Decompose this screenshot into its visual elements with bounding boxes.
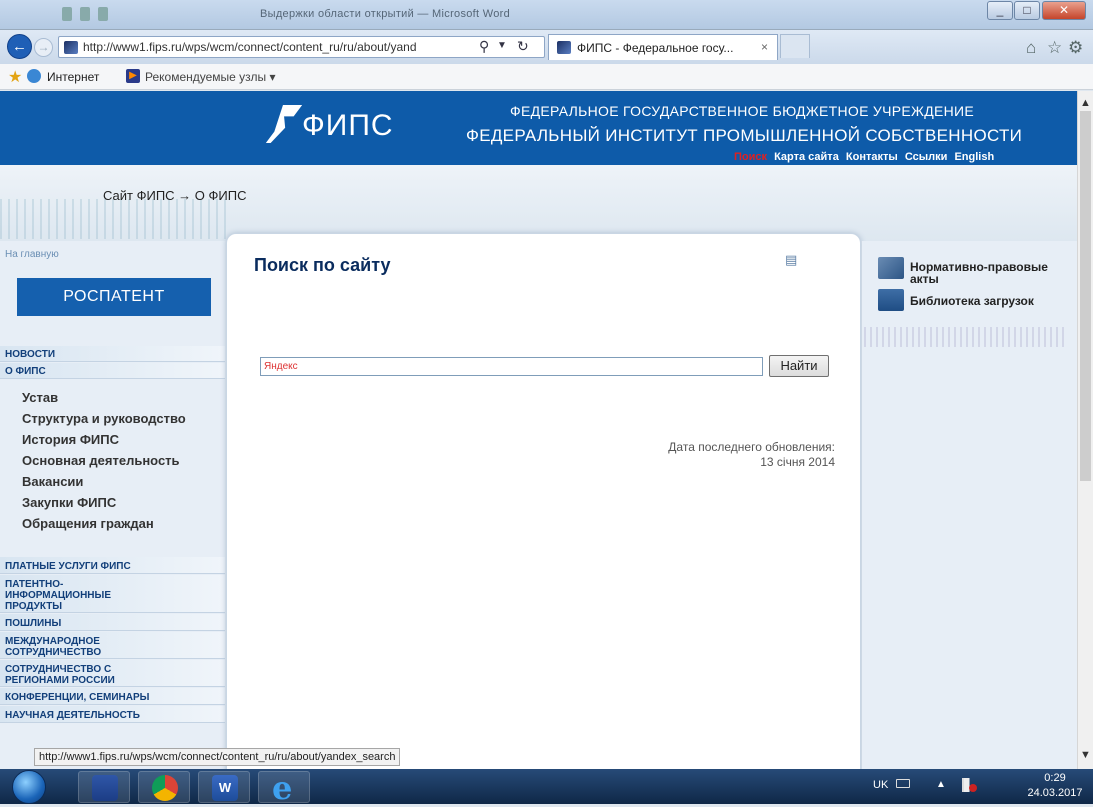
nav-science[interactable]: НАУЧНАЯ ДЕЯТЕЛЬНОСТЬ xyxy=(0,706,225,723)
chrome-icon xyxy=(152,775,178,801)
status-url-tooltip: http://www1.fips.ru/wps/wcm/connect/cont… xyxy=(34,748,401,766)
close-window-button[interactable]: ✕ xyxy=(1042,1,1086,20)
taskbar-word-app[interactable]: W xyxy=(198,771,250,803)
nav-fees[interactable]: ПОШЛИНЫ xyxy=(0,614,225,631)
site-logo-text[interactable]: ФИПС xyxy=(302,109,394,143)
subnav-appeals[interactable]: Обращения граждан xyxy=(22,516,154,531)
maximize-button[interactable]: □ xyxy=(1014,1,1040,20)
taskbar: W e UK ▲ 0:29 24.03.2017 xyxy=(0,769,1093,804)
scrollbar-thumb[interactable] xyxy=(1080,111,1091,481)
tab-close-icon[interactable]: × xyxy=(761,40,768,54)
taskbar-save-app[interactable] xyxy=(78,771,130,803)
subnav-structure[interactable]: Структура и руководство xyxy=(22,411,186,426)
window-title: Выдержки области открытий — Microsoft Wo… xyxy=(260,8,511,20)
english-link[interactable]: English xyxy=(954,151,994,163)
site-header: ФИПС ФЕДЕРАЛЬНОЕ ГОСУДАРСТВЕННОЕ БЮДЖЕТН… xyxy=(0,91,1077,165)
minimize-button[interactable]: _ xyxy=(987,1,1013,20)
taskbar-chrome-app[interactable] xyxy=(138,771,190,803)
forward-button[interactable]: → xyxy=(34,38,53,57)
ie-icon: e xyxy=(272,769,293,807)
nav-international[interactable]: МЕЖДУНАРОДНОЕ СОТРУДНИЧЕСТВО xyxy=(0,632,225,659)
clock-date[interactable]: 24.03.2017 xyxy=(1020,787,1090,799)
start-button[interactable] xyxy=(12,770,46,804)
scroll-down-icon[interactable]: ▼ xyxy=(1080,749,1091,761)
gear-icon[interactable]: ⚙ xyxy=(1068,38,1083,58)
sitemap-link[interactable]: Карта сайта xyxy=(774,151,839,163)
subnav-activity[interactable]: Основная деятельность xyxy=(22,453,180,468)
right-sidebar: Нормативно-правовые акты Библиотека загр… xyxy=(862,241,1077,769)
rospatent-banner[interactable]: РОСПАТЕНТ xyxy=(17,278,211,316)
fips-logo-icon[interactable] xyxy=(266,105,302,143)
breadcrumb[interactable]: Сайт ФИПС → О ФИПС xyxy=(103,188,246,203)
qat-undo-icon[interactable] xyxy=(80,7,90,21)
qat-save-icon[interactable] xyxy=(62,7,72,21)
nav-conferences[interactable]: КОНФЕРЕНЦИИ, СЕМИНАРЫ xyxy=(0,688,225,705)
site-favicon-icon xyxy=(64,41,78,54)
search-icon[interactable]: ⚲ xyxy=(479,38,489,55)
back-button[interactable]: ← xyxy=(7,34,32,59)
web-page: ФИПС ФЕДЕРАЛЬНОЕ ГОСУДАРСТВЕННОЕ БЮДЖЕТН… xyxy=(0,91,1077,769)
favorite-recommended-link[interactable]: Рекомендуемые узлы ▾ xyxy=(145,70,276,84)
window-titlebar: Выдержки области открытий — Microsoft Wo… xyxy=(0,0,1093,30)
browser-navbar: ← → http://www1.fips.ru/wps/wcm/connect/… xyxy=(0,30,1093,64)
nav-patent-products[interactable]: ПАТЕНТНО- ИНФОРМАЦИОННЫЕ ПРОДУКТЫ xyxy=(0,575,225,613)
home-icon[interactable]: ⌂ xyxy=(1026,38,1036,58)
search-link[interactable]: Поиск xyxy=(734,151,767,163)
contacts-link[interactable]: Контакты xyxy=(846,151,898,163)
tab-title: ФИПС - Федеральное госу... xyxy=(577,41,734,55)
address-text[interactable]: http://www1.fips.ru/wps/wcm/connect/cont… xyxy=(83,40,443,54)
left-sidebar: На главную РОСПАТЕНТ НОВОСТИ О ФИПС Уста… xyxy=(0,241,225,769)
chevron-down-icon[interactable]: ▼ xyxy=(497,40,507,51)
favorites-star-icon[interactable]: ☆ xyxy=(1047,38,1062,58)
home-link[interactable]: На главную xyxy=(5,249,59,260)
action-center-flag-icon[interactable] xyxy=(962,778,977,792)
subnav-history[interactable]: История ФИПС xyxy=(22,432,119,447)
print-icon[interactable]: ▤ xyxy=(785,252,797,268)
nav-news[interactable]: НОВОСТИ xyxy=(0,346,225,362)
tray-expand-icon[interactable]: ▲ xyxy=(936,779,946,790)
subnav-purchases[interactable]: Закупки ФИПС xyxy=(22,495,116,510)
nav-paid-services[interactable]: ПЛАТНЫЕ УСЛУГИ ФИПС xyxy=(0,557,225,574)
search-placeholder: Яндекс xyxy=(264,361,298,372)
favorite-internet-link[interactable]: Интернет xyxy=(47,70,99,84)
clock-time[interactable]: 0:29 xyxy=(1030,772,1080,784)
floppy-disk-icon[interactable] xyxy=(878,289,904,311)
recommended-icon: ▶ xyxy=(126,69,140,83)
new-tab-button[interactable] xyxy=(780,34,810,58)
subnav-charter[interactable]: Устав xyxy=(22,390,58,405)
word-icon: W xyxy=(212,775,238,801)
keyboard-icon[interactable] xyxy=(896,779,910,788)
main-content: Поиск по сайту ▤ Яндекс Найти Дата после… xyxy=(226,233,861,769)
nav-regions[interactable]: СОТРУДНИЧЕСТВО С РЕГИОНАМИ РОССИИ xyxy=(0,660,225,687)
header-links: Поиск Карта сайта Контакты Ссылки Englis… xyxy=(730,151,994,163)
links-link[interactable]: Ссылки xyxy=(905,151,948,163)
taskbar-ie-app[interactable]: e xyxy=(258,769,310,807)
vertical-scrollbar[interactable]: ▲ ▼ xyxy=(1077,91,1093,769)
language-indicator[interactable]: UK xyxy=(873,779,888,791)
browser-tab[interactable]: ФИПС - Федеральное госу... × xyxy=(548,34,778,60)
ie-icon xyxy=(27,69,41,83)
refresh-icon[interactable]: ↻ xyxy=(517,38,529,55)
decorative-graphic xyxy=(864,327,1064,347)
header-title: ФЕДЕРАЛЬНЫЙ ИНСТИТУТ ПРОМЫШЛЕННОЙ СОБСТВ… xyxy=(466,126,1023,145)
nav-about[interactable]: О ФИПС xyxy=(0,363,225,379)
favorites-bar: ★ Интернет ▶ Рекомендуемые узлы ▾ xyxy=(0,64,1093,90)
search-input[interactable]: Яндекс xyxy=(260,357,763,376)
updated-date: 13 січня 2014 xyxy=(760,455,835,469)
updated-label: Дата последнего обновления: xyxy=(668,440,835,454)
floppy-disk-icon xyxy=(92,775,118,801)
downloads-library-link[interactable]: Библиотека загрузок xyxy=(910,295,1034,307)
book-icon[interactable] xyxy=(878,257,904,279)
decorative-graphic xyxy=(0,199,230,239)
find-button[interactable]: Найти xyxy=(769,355,829,377)
legal-acts-link[interactable]: Нормативно-правовые акты xyxy=(910,261,1070,285)
qat-redo-icon[interactable] xyxy=(98,7,108,21)
page-title: Поиск по сайту xyxy=(254,255,391,275)
address-bar[interactable]: http://www1.fips.ru/wps/wcm/connect/cont… xyxy=(58,36,545,58)
subnav-vacancies[interactable]: Вакансии xyxy=(22,474,83,489)
favorites-star-icon[interactable]: ★ xyxy=(8,67,22,87)
tab-favicon-icon xyxy=(557,41,571,54)
scroll-up-icon[interactable]: ▲ xyxy=(1080,97,1091,109)
header-subtitle: ФЕДЕРАЛЬНОЕ ГОСУДАРСТВЕННОЕ БЮДЖЕТНОЕ УЧ… xyxy=(510,103,975,119)
